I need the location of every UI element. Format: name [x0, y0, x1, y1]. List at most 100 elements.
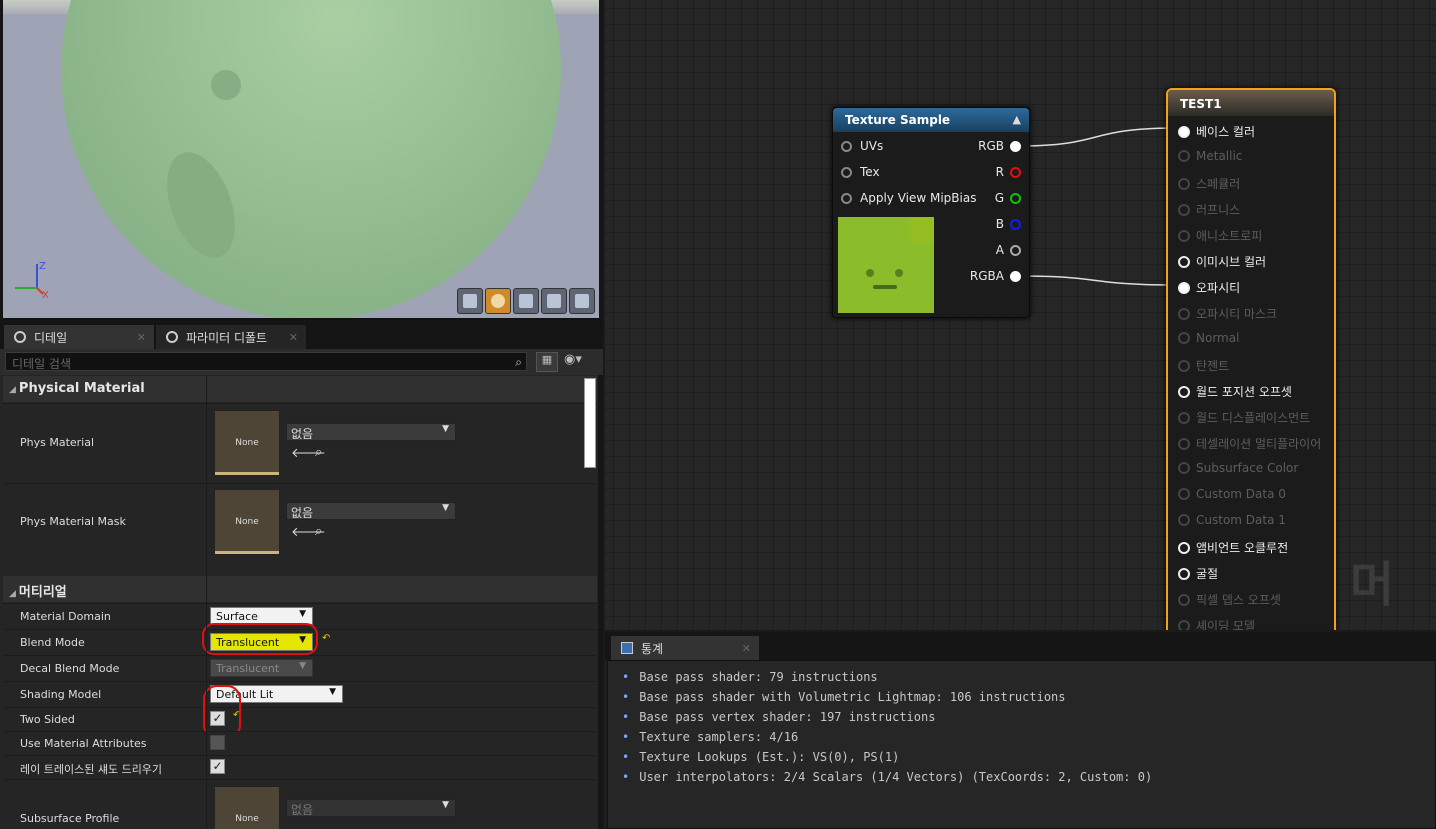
phys-material-mask-thumbnail[interactable]: None — [214, 489, 280, 555]
decal-blend-mode-combo[interactable]: Translucent ▼ — [210, 659, 313, 677]
pin-dot[interactable] — [1178, 411, 1190, 424]
material-pin[interactable]: 픽셀 뎁스 오프셋 — [1178, 591, 1281, 608]
collapse-triangle-icon[interactable]: ▲ — [1013, 113, 1021, 126]
pin-label: 셰이딩 모델 — [1196, 619, 1256, 630]
name-value-divider[interactable] — [206, 375, 207, 829]
pin-dot[interactable] — [1178, 177, 1190, 190]
pin-dot[interactable] — [1178, 229, 1190, 242]
material-pin[interactable]: 탄젠트 — [1178, 357, 1229, 374]
phys-material-mask-dropdown[interactable]: 없음 ▼ — [286, 502, 456, 520]
pin-dot[interactable] — [1178, 385, 1190, 398]
input-pin-apply-view-mipbias[interactable]: Apply View MipBias — [841, 191, 976, 205]
tab-stats[interactable]: 통계 ✕ — [611, 636, 759, 660]
stats-tabbar: 통계 ✕ — [605, 632, 1436, 660]
output-pin-b[interactable]: B — [996, 217, 1021, 231]
pin-label: Metallic — [1196, 149, 1243, 163]
pin-dot[interactable] — [1178, 462, 1190, 474]
material-pin[interactable]: 월드 디스플레이스먼트 — [1178, 409, 1310, 426]
material-node-header[interactable]: TEST1 — [1168, 90, 1334, 116]
teapot-icon[interactable] — [569, 288, 595, 314]
pin-dot[interactable] — [1178, 307, 1190, 320]
close-icon[interactable]: ✕ — [137, 331, 146, 344]
pin-dot[interactable] — [1010, 192, 1021, 204]
pin-dot[interactable] — [1010, 244, 1021, 256]
material-pin[interactable]: 이미시브 컬러 — [1178, 253, 1266, 270]
texture-sample-header[interactable]: Texture Sample ▲ — [833, 108, 1029, 132]
pin-label: 오파시티 마스크 — [1196, 307, 1278, 321]
property-matrix-icon[interactable]: ▦ — [536, 352, 558, 372]
pin-dot[interactable] — [1010, 218, 1021, 230]
output-pin-rgb[interactable]: RGB — [978, 139, 1021, 153]
material-pin[interactable]: 스페큘러 — [1178, 175, 1240, 192]
subsurface-profile-dropdown[interactable]: 없음 ▼ — [286, 799, 456, 817]
material-pin[interactable]: 앰비언트 오클루전 — [1178, 539, 1288, 556]
details-scrollbar[interactable] — [584, 378, 596, 468]
ray-traced-shadows-checkbox[interactable]: ✓ — [210, 759, 225, 774]
phys-material-thumbnail[interactable]: None — [214, 410, 280, 476]
cube-icon[interactable] — [541, 288, 567, 314]
pin-dot[interactable] — [1010, 140, 1021, 152]
plane-icon[interactable] — [513, 288, 539, 314]
output-pin-rgba[interactable]: RGBA — [970, 269, 1021, 283]
subsurface-profile-thumbnail[interactable]: None — [214, 786, 280, 829]
pin-dot[interactable] — [1178, 437, 1190, 450]
output-pin-r[interactable]: R — [996, 165, 1021, 179]
material-pin[interactable]: 테셀레이션 멀티플라이어 — [1178, 435, 1321, 452]
category-material[interactable]: ◢ 머티리얼 — [3, 576, 597, 602]
material-preview-viewport[interactable]: Z X — [3, 0, 599, 320]
sphere-icon[interactable] — [485, 288, 511, 314]
view-options-eye-icon[interactable]: ◉▾ — [564, 352, 582, 367]
material-pin[interactable]: 애니소트로피 — [1178, 227, 1262, 244]
pin-dot[interactable] — [1010, 270, 1021, 282]
material-pin[interactable]: Metallic — [1178, 149, 1242, 163]
material-pin[interactable]: 셰이딩 모델 — [1178, 617, 1255, 630]
two-sided-label: Two Sided — [20, 713, 75, 726]
pin-dot[interactable] — [1178, 332, 1190, 344]
pin-dot[interactable] — [1178, 125, 1190, 138]
pin-dot[interactable] — [1010, 166, 1021, 178]
close-icon[interactable]: ✕ — [742, 642, 751, 655]
material-pin[interactable]: Custom Data 0 — [1178, 487, 1286, 501]
pin-dot[interactable] — [1178, 488, 1190, 500]
pin-dot[interactable] — [1178, 567, 1190, 580]
material-pin[interactable]: 오파시티 마스크 — [1178, 305, 1277, 322]
browse-search-icon[interactable]: ⌕ — [315, 445, 322, 460]
use-material-attributes-checkbox[interactable] — [210, 735, 225, 750]
texture-sample-node[interactable]: Texture Sample ▲ UVs Tex Apply View MipBi… — [832, 107, 1030, 318]
output-pin-a[interactable]: A — [996, 243, 1021, 257]
phys-material-dropdown[interactable]: 없음 ▼ — [286, 423, 456, 441]
pin-dot[interactable] — [1178, 359, 1190, 372]
pin-dot[interactable] — [1178, 593, 1190, 606]
pin-dot[interactable] — [1178, 619, 1190, 630]
material-pin[interactable]: 러프니스 — [1178, 201, 1240, 218]
material-pin[interactable]: 오파시티 — [1178, 279, 1240, 296]
close-icon[interactable]: ✕ — [289, 331, 298, 344]
pin-dot[interactable] — [1178, 281, 1190, 294]
material-pin[interactable]: Custom Data 1 — [1178, 513, 1286, 527]
material-pin[interactable]: 월드 포지션 오프셋 — [1178, 383, 1292, 400]
pin-dot[interactable] — [1178, 150, 1190, 162]
material-pin[interactable]: 베이스 컬러 — [1178, 123, 1255, 140]
material-pin[interactable]: Subsurface Color — [1178, 461, 1298, 475]
pin-dot[interactable] — [841, 140, 852, 152]
output-pin-g[interactable]: G — [995, 191, 1021, 205]
browse-search-icon[interactable]: ⌕ — [315, 524, 322, 539]
pin-dot[interactable] — [841, 166, 852, 178]
input-pin-uvs[interactable]: UVs — [841, 139, 883, 153]
material-graph[interactable]: Texture Sample ▲ UVs Tex Apply View MipBi… — [605, 0, 1436, 630]
pin-dot[interactable] — [1178, 541, 1190, 554]
cylinder-icon[interactable] — [457, 288, 483, 314]
pin-dot[interactable] — [1178, 203, 1190, 216]
category-physical-material[interactable]: ◢ Physical Material — [3, 376, 597, 402]
pin-dot[interactable] — [841, 192, 852, 204]
reset-to-default-icon[interactable]: ↶ — [322, 633, 330, 644]
pin-dot[interactable] — [1178, 514, 1190, 526]
tab-parameter-defaults[interactable]: 파라미터 디폴트 ✕ — [156, 325, 306, 349]
details-search-input[interactable]: 디테일 검색 ⌕ — [5, 352, 527, 371]
input-pin-tex[interactable]: Tex — [841, 165, 880, 179]
material-pin[interactable]: Normal — [1178, 331, 1239, 345]
material-pin[interactable]: 굴절 — [1178, 565, 1218, 582]
tab-details[interactable]: 디테일 ✕ — [4, 325, 154, 349]
material-result-node[interactable]: TEST1 베이스 컬러 Metallic 스페큘러러프니스애니소트로피이미시브 컬… — [1166, 88, 1336, 630]
pin-dot[interactable] — [1178, 255, 1190, 268]
